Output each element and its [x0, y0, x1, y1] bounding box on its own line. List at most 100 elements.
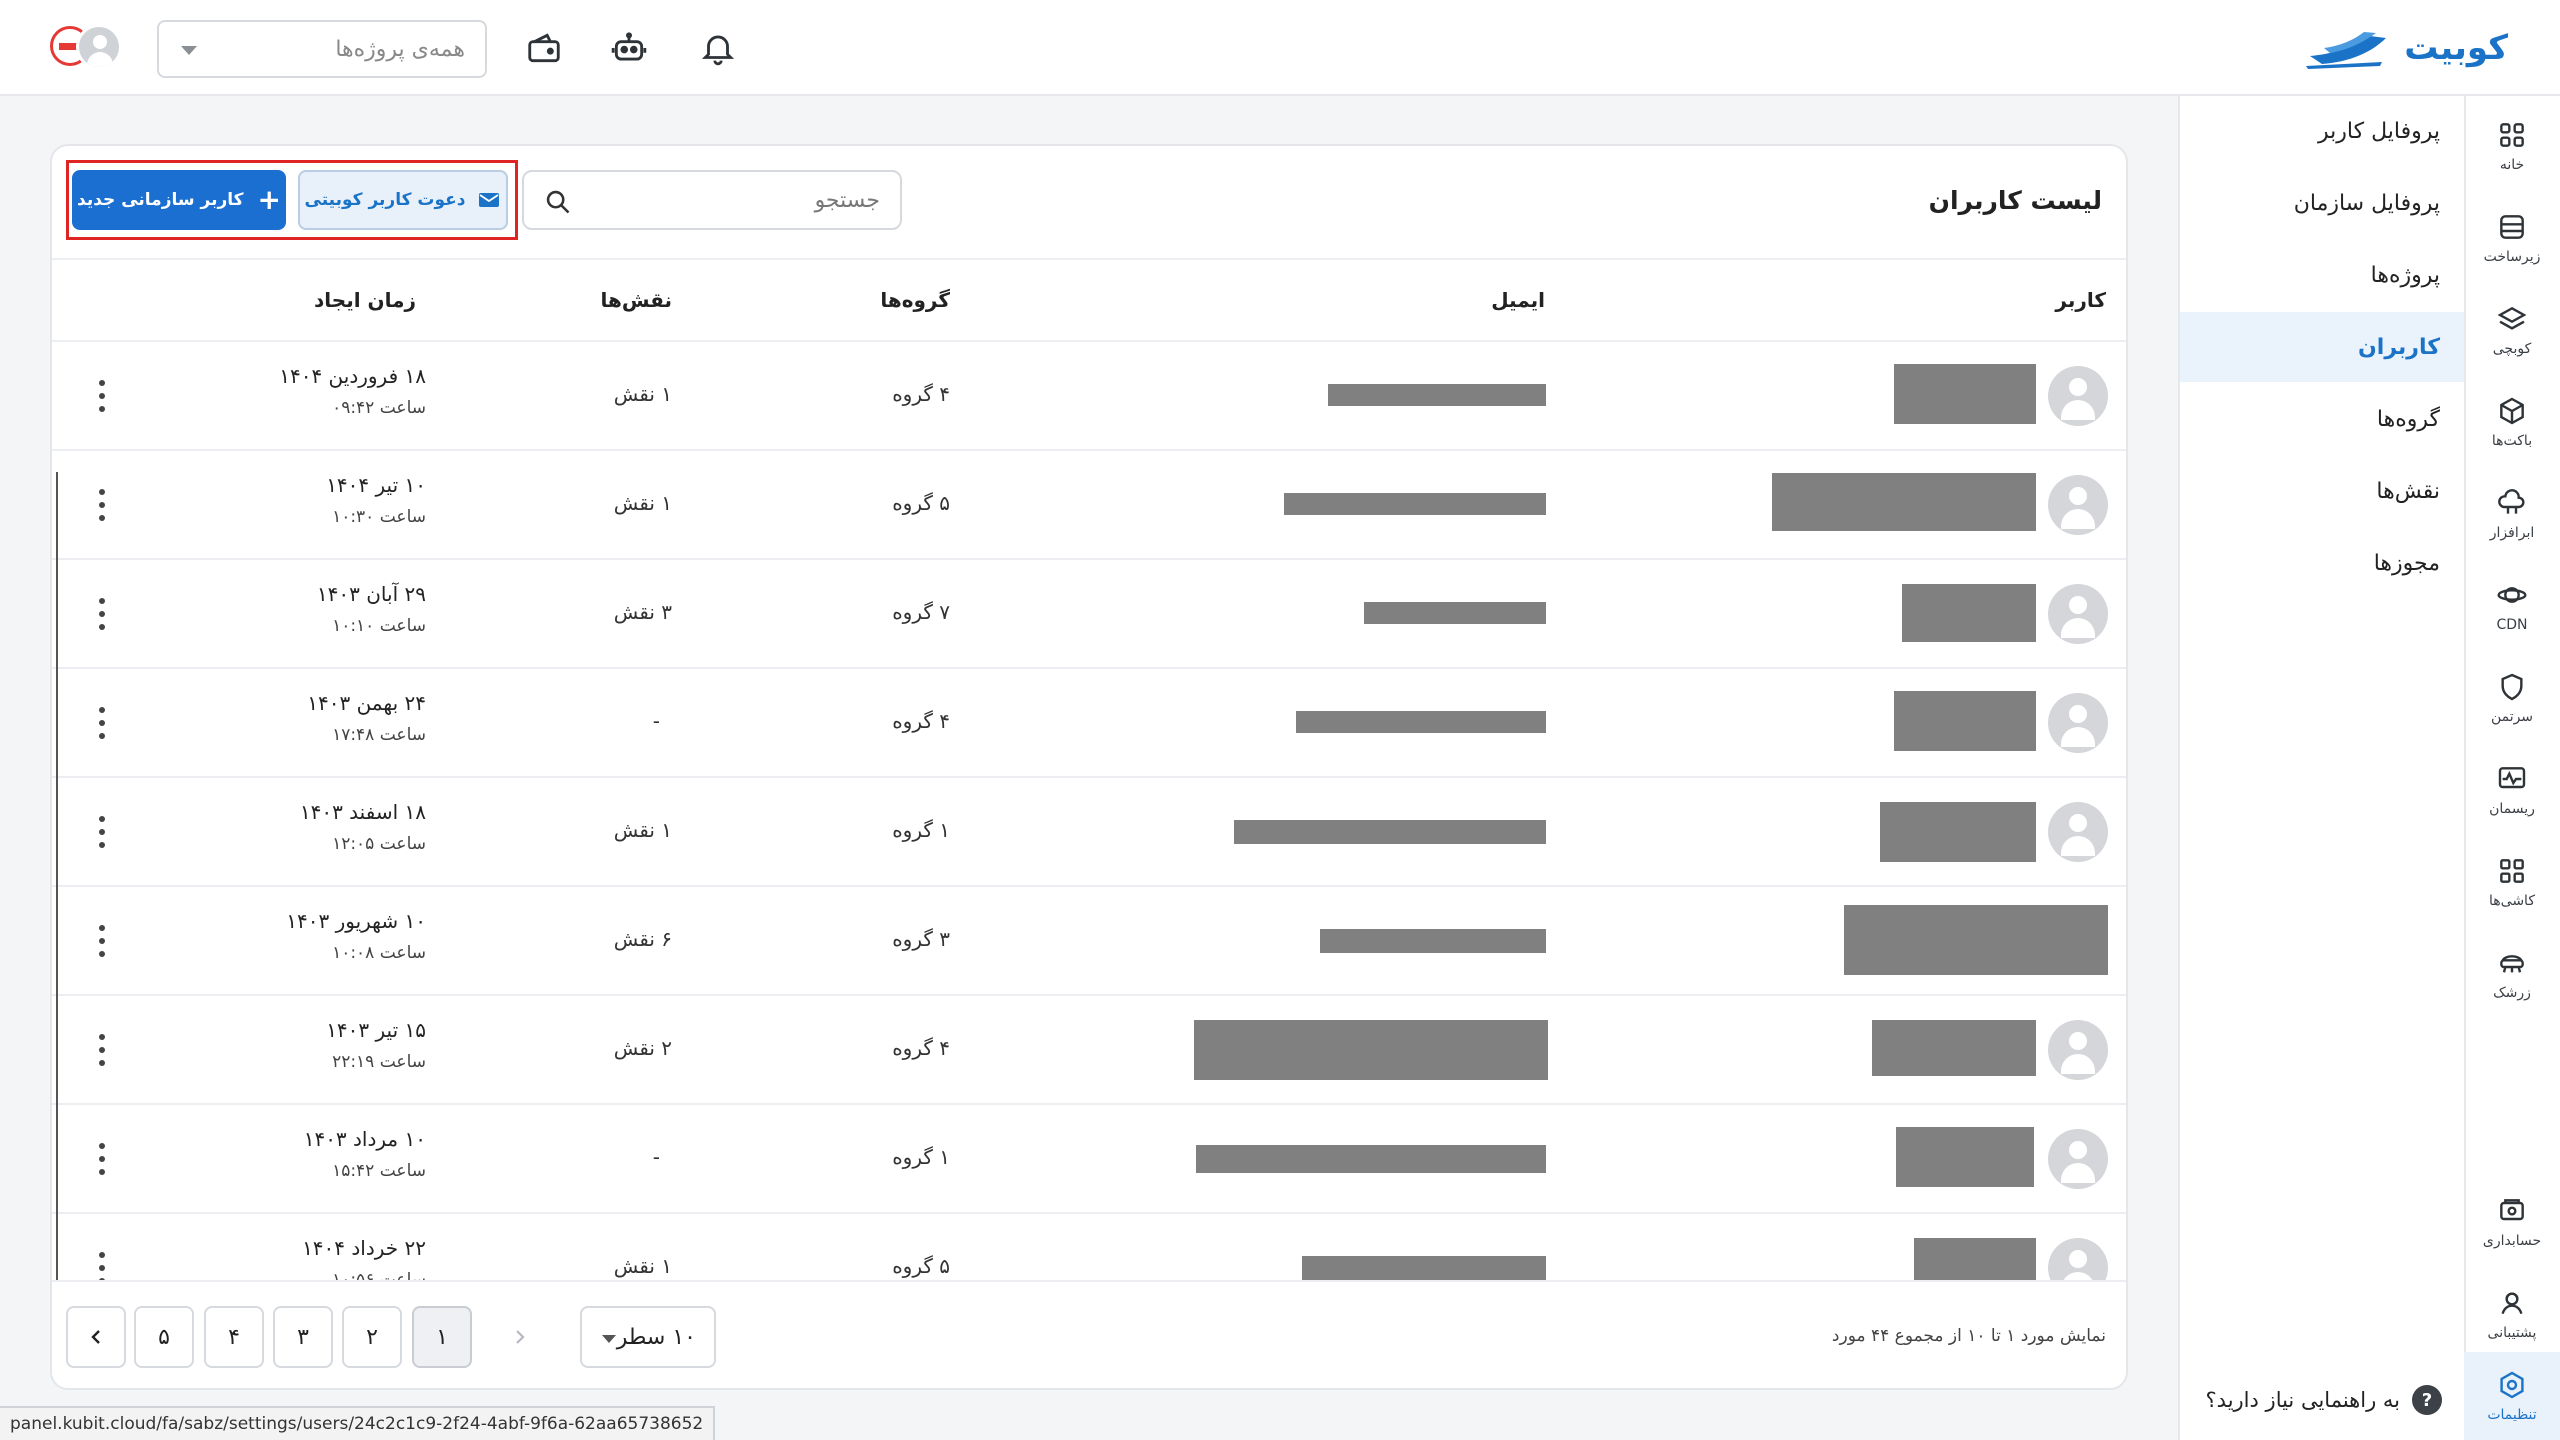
- redacted-username: [1902, 584, 2036, 642]
- page-button-4[interactable]: ۴: [204, 1306, 264, 1368]
- rail-item-cloud-app[interactable]: ابرافزار: [2464, 472, 2560, 556]
- kebab-menu-icon[interactable]: [92, 380, 112, 412]
- rail-item-infrastructure[interactable]: زیرساخت: [2464, 196, 2560, 280]
- user-avatar-icon: [76, 24, 122, 70]
- groups-count[interactable]: ۱ گروه: [892, 1145, 950, 1169]
- roles-count[interactable]: ۲ نقش: [614, 1036, 672, 1060]
- groups-count[interactable]: ۵ گروه: [892, 1254, 950, 1278]
- rail-label: CDN: [2496, 617, 2528, 633]
- kebab-menu-icon[interactable]: [92, 816, 112, 848]
- groups-count[interactable]: ۳ گروه: [892, 927, 950, 951]
- table-row[interactable]: ۱ گروه - ۱۰ مرداد ۱۴۰۳ ساعت ۱۵:۴۲: [52, 1105, 2126, 1214]
- prev-page-button[interactable]: [490, 1306, 550, 1368]
- rail-item-risman[interactable]: ریسمان: [2464, 748, 2560, 832]
- scrollbar[interactable]: [56, 472, 58, 1280]
- rail-item-zereshk[interactable]: زرشک: [2464, 932, 2560, 1016]
- redacted-username: [1914, 1238, 2036, 1280]
- col-email: ایمیل: [1491, 288, 1545, 312]
- wallet-icon[interactable]: [522, 26, 566, 70]
- table-row[interactable]: ۵ گروه ۱ نقش ۲۲ خرداد ۱۴۰۴ ساعت ۱۰:۵۶: [52, 1214, 2126, 1280]
- redacted-username: [1894, 364, 2036, 424]
- layers-icon: [2497, 306, 2527, 330]
- page-number: ۲: [366, 1324, 378, 1350]
- invite-user-label: دعوت کاربر کوبیتی: [304, 190, 466, 210]
- roles-count[interactable]: ۱ نقش: [614, 1254, 672, 1278]
- submenu-item-users[interactable]: کاربران: [2180, 312, 2464, 382]
- box-icon: [2500, 397, 2524, 425]
- redacted-username: [1872, 1020, 2036, 1076]
- rail-item-accounting[interactable]: حسابداری: [2464, 1180, 2560, 1264]
- roles-count[interactable]: ۶ نقش: [614, 927, 672, 951]
- submenu-item-org-profile[interactable]: پروفایل سازمان: [2180, 168, 2464, 238]
- search-input[interactable]: جستجو: [522, 170, 902, 230]
- rail-item-settings[interactable]: تنظیمات: [2464, 1352, 2560, 1440]
- settings-icon: [2500, 1371, 2524, 1399]
- next-page-button[interactable]: [66, 1306, 126, 1368]
- kebab-menu-icon[interactable]: [92, 1252, 112, 1280]
- submenu-item-label: مجوزها: [2373, 550, 2440, 576]
- submenu-item-projects[interactable]: پروژه‌ها: [2180, 240, 2464, 310]
- groups-count[interactable]: ۴ گروه: [892, 382, 950, 406]
- bell-icon[interactable]: [696, 26, 740, 70]
- new-org-user-button[interactable]: + کاربر سازمانی جدید: [72, 170, 286, 230]
- col-user: کاربر: [2055, 288, 2106, 312]
- kebab-menu-icon[interactable]: [92, 707, 112, 739]
- project-select[interactable]: همه‌ی پروژه‌ها: [157, 20, 487, 78]
- roles-count[interactable]: ۱ نقش: [614, 818, 672, 842]
- rows-per-page-value: ۱۰ سطر: [616, 1325, 696, 1350]
- robot-icon[interactable]: [607, 26, 651, 70]
- table-row[interactable]: ۴ گروه ۱ نقش ۱۸ فروردین ۱۴۰۴ ساعت ۰۹:۴۲: [52, 342, 2126, 451]
- kebab-menu-icon[interactable]: [92, 925, 112, 957]
- rail-item-kubchi[interactable]: کوبچی: [2464, 288, 2560, 372]
- rail-item-support[interactable]: پشتیبانی: [2464, 1272, 2560, 1356]
- roles-count[interactable]: -: [653, 709, 660, 733]
- submenu-item-user-profile[interactable]: پروفایل کاربر: [2180, 96, 2464, 166]
- created-time: ساعت ۱۲:۰۵: [332, 834, 426, 854]
- rail-item-home[interactable]: خانه: [2464, 104, 2560, 188]
- page-button-3[interactable]: ۳: [273, 1306, 333, 1368]
- submenu-item-permissions[interactable]: مجوزها: [2180, 528, 2464, 598]
- help-text: به راهنمایی نیاز دارید؟: [2205, 1388, 2400, 1412]
- invite-user-button[interactable]: دعوت کاربر کوبیتی: [298, 170, 508, 230]
- server-icon: [2500, 215, 2524, 239]
- kebab-menu-icon[interactable]: [92, 1034, 112, 1066]
- roles-count[interactable]: -: [653, 1145, 660, 1169]
- submenu-item-groups[interactable]: گروه‌ها: [2180, 384, 2464, 454]
- rail-item-sertaman[interactable]: سرتمن: [2464, 656, 2560, 740]
- redacted-email: [1196, 1145, 1546, 1173]
- brand-logo[interactable]: کوبیت: [2302, 26, 2508, 70]
- submenu-item-roles[interactable]: نقش‌ها: [2180, 456, 2464, 526]
- help-link[interactable]: ? به راهنمایی نیاز دارید؟: [2180, 1380, 2464, 1420]
- rail-item-tiles[interactable]: کاشی‌ها: [2464, 840, 2560, 924]
- page-button-5[interactable]: ۵: [134, 1306, 194, 1368]
- redacted-email: [1284, 493, 1546, 515]
- page-button-1[interactable]: ۱: [412, 1306, 472, 1368]
- table-row[interactable]: ۱ گروه ۱ نقش ۱۸ اسفند ۱۴۰۳ ساعت ۱۲:۰۵: [52, 778, 2126, 887]
- account-avatar[interactable]: [46, 22, 124, 72]
- table-row[interactable]: ۴ گروه ۲ نقش ۱۵ تیر ۱۴۰۳ ساعت ۲۲:۱۹: [52, 996, 2126, 1105]
- groups-count[interactable]: ۴ گروه: [892, 709, 950, 733]
- table-header: کاربر ایمیل گروه‌ها نقش‌ها زمان ایجاد: [52, 258, 2126, 342]
- table-row[interactable]: ۷ گروه ۳ نقش ۲۹ آبان ۱۴۰۳ ساعت ۱۰:۱۰: [52, 560, 2126, 669]
- groups-count[interactable]: ۴ گروه: [892, 1036, 950, 1060]
- kebab-menu-icon[interactable]: [92, 489, 112, 521]
- roles-count[interactable]: ۳ نقش: [614, 600, 672, 624]
- page-button-2[interactable]: ۲: [342, 1306, 402, 1368]
- table-row[interactable]: ۳ گروه ۶ نقش ۱۰ شهریور ۱۴۰۳ ساعت ۱۰:۰۸: [52, 887, 2126, 996]
- brand-name: کوبیت: [2404, 28, 2508, 68]
- rail-label: سرتمن: [2490, 709, 2534, 725]
- rail-item-cdn[interactable]: CDN: [2464, 564, 2560, 648]
- kebab-menu-icon[interactable]: [92, 598, 112, 630]
- rows-per-page-select[interactable]: ۱۰ سطر: [580, 1306, 716, 1368]
- groups-count[interactable]: ۷ گروه: [892, 600, 950, 624]
- roles-count[interactable]: ۱ نقش: [614, 491, 672, 515]
- roles-count[interactable]: ۱ نقش: [614, 382, 672, 406]
- groups-count[interactable]: ۱ گروه: [892, 818, 950, 842]
- groups-count[interactable]: ۵ گروه: [892, 491, 950, 515]
- created-time: ساعت ۱۰:۳۰: [332, 507, 426, 527]
- rail-label: پشتیبانی: [2487, 1325, 2537, 1341]
- table-row[interactable]: ۴ گروه - ۲۴ بهمن ۱۴۰۳ ساعت ۱۷:۴۸: [52, 669, 2126, 778]
- rail-item-buckets[interactable]: باکت‌ها: [2464, 380, 2560, 464]
- table-row[interactable]: ۵ گروه ۱ نقش ۱۰ تیر ۱۴۰۴ ساعت ۱۰:۳۰: [52, 451, 2126, 560]
- kebab-menu-icon[interactable]: [92, 1143, 112, 1175]
